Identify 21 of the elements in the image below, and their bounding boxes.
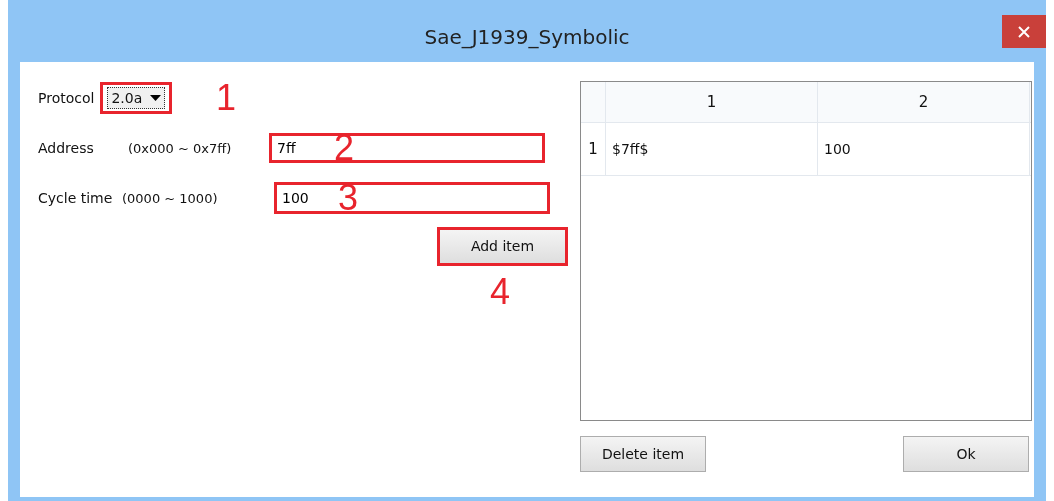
row-header[interactable]: 1 <box>581 123 606 175</box>
add-item-button[interactable]: Add item <box>437 226 568 266</box>
table-cell: 100 <box>818 123 1030 175</box>
dropdown-arrow-icon <box>150 95 162 101</box>
protocol-dropdown[interactable]: 2.0a <box>100 82 173 114</box>
column-header[interactable]: 2 <box>818 82 1030 122</box>
ok-button[interactable]: Ok <box>903 436 1029 472</box>
table-cell: $7ff$ <box>606 123 818 175</box>
range-hint: (0000 ~ 1000) <box>122 190 219 206</box>
range-hint: (0x000 ~ 0x7ff) <box>128 140 233 156</box>
annotation-number: 3 <box>338 180 359 216</box>
field-label: Cycle time <box>38 190 114 206</box>
close-button[interactable] <box>1002 15 1046 48</box>
close-icon <box>1018 25 1030 38</box>
annotation-number: 4 <box>490 274 511 310</box>
window-title: Sae_J1939_Symbolic <box>424 25 630 49</box>
field-label: Address <box>38 140 95 156</box>
annotation-number: 1 <box>216 80 237 116</box>
field-label: Protocol <box>38 90 95 106</box>
delete-item-button[interactable]: Delete item <box>580 436 706 472</box>
column-header[interactable]: 1 <box>606 82 818 122</box>
